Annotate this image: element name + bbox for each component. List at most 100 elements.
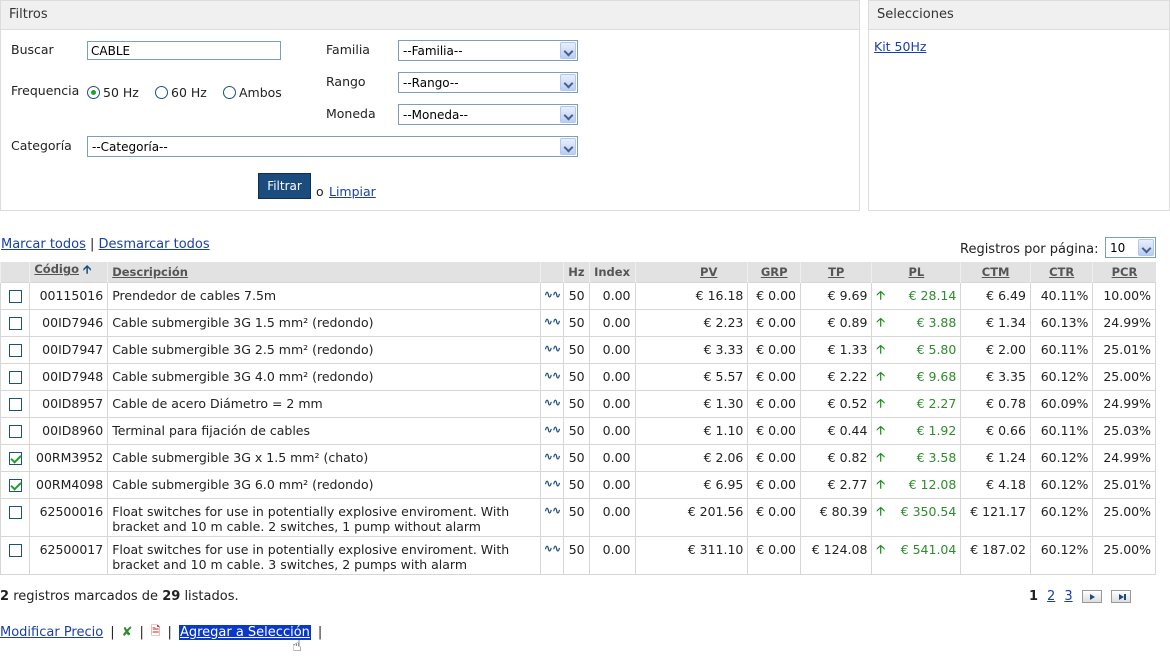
- row-checkbox[interactable]: [8, 370, 22, 384]
- row-checkbox-cell[interactable]: [0, 443, 31, 472]
- sort-grp-link[interactable]: GRP: [761, 265, 788, 279]
- sort-tp-link[interactable]: TP: [828, 265, 844, 279]
- radio-ambos-dot[interactable]: [223, 86, 236, 99]
- table-row: 62500017 Float switches for use in poten…: [0, 535, 1156, 575]
- row-pl-value: € 9.68: [916, 368, 957, 384]
- row-pl-value: € 3.88: [916, 314, 957, 330]
- sort-pcr-link[interactable]: PCR: [1112, 265, 1138, 279]
- header-descripcion[interactable]: Descripción: [107, 262, 541, 282]
- table-row: 00ID7948 Cable submergible 3G 4.0 mm² (r…: [0, 362, 1156, 391]
- marked-count: 2: [0, 589, 10, 604]
- row-hz: 50: [563, 362, 590, 391]
- chevron-down-icon[interactable]: [1138, 239, 1154, 256]
- row-checkbox[interactable]: [8, 451, 22, 465]
- products-table: Código 🡩 Descripción Hz Index PV GRP TP …: [0, 262, 1156, 575]
- row-index: 0.00: [588, 497, 636, 537]
- row-checkbox-cell[interactable]: [0, 389, 31, 418]
- radio-60hz[interactable]: 60 Hz: [155, 85, 207, 100]
- row-ctr: 60.11%: [1029, 335, 1094, 364]
- row-descripcion: Cable submergible 3G x 1.5 mm² (chato): [107, 443, 541, 472]
- radio-50hz-dot[interactable]: [87, 86, 100, 99]
- header-tp[interactable]: TP: [800, 262, 872, 282]
- header-pcr[interactable]: PCR: [1092, 262, 1156, 282]
- page-link-3[interactable]: 3: [1064, 589, 1072, 604]
- header-pv[interactable]: PV: [634, 262, 748, 282]
- header-ctr[interactable]: CTR: [1029, 262, 1093, 282]
- arrow-up-icon: 🡡: [876, 368, 886, 383]
- row-tp: € 124.08: [800, 535, 873, 575]
- or-text: o: [316, 184, 324, 199]
- excel-export-icon[interactable]: ✘: [122, 625, 133, 640]
- records-summary: 2 registros marcados de 29 listados.: [0, 589, 239, 604]
- last-page-icon[interactable]: [1110, 590, 1131, 603]
- sort-descripcion-link[interactable]: Descripción: [112, 265, 188, 279]
- row-checkbox[interactable]: [8, 505, 22, 519]
- sort-ctr-link[interactable]: CTR: [1049, 265, 1074, 279]
- rango-select[interactable]: --Rango--: [398, 72, 578, 93]
- sort-pl-link[interactable]: PL: [909, 265, 925, 279]
- row-hz: 50: [563, 389, 590, 418]
- header-grp[interactable]: GRP: [747, 262, 801, 282]
- moneda-select[interactable]: --Moneda--: [398, 104, 578, 125]
- row-checkbox[interactable]: [8, 478, 22, 492]
- unmark-all-link[interactable]: Desmarcar todos: [99, 237, 210, 252]
- row-ctr: 60.12%: [1029, 497, 1094, 537]
- chevron-down-icon[interactable]: [560, 106, 576, 123]
- header-pl[interactable]: PL: [871, 262, 961, 282]
- chevron-down-icon[interactable]: [560, 42, 576, 59]
- row-index: 0.00: [588, 416, 636, 445]
- mark-all-link[interactable]: Marcar todos: [1, 237, 86, 252]
- row-checkbox[interactable]: [8, 424, 22, 438]
- radio-ambos-label: Ambos: [239, 85, 282, 100]
- row-checkbox-cell[interactable]: [0, 470, 31, 499]
- moneda-label: Moneda: [326, 106, 376, 121]
- row-checkbox[interactable]: [8, 289, 22, 303]
- page-link-2[interactable]: 2: [1047, 589, 1055, 604]
- row-ctr: 60.13%: [1029, 308, 1094, 337]
- selections-title: Selecciones: [869, 1, 1169, 30]
- radio-60hz-dot[interactable]: [155, 86, 168, 99]
- row-checkbox-cell[interactable]: [0, 416, 31, 445]
- filter-button[interactable]: Filtrar: [258, 173, 311, 199]
- row-checkbox[interactable]: [8, 316, 22, 330]
- row-checkbox-cell[interactable]: [0, 362, 31, 391]
- row-checkbox[interactable]: [8, 543, 22, 557]
- row-pv: € 5.57: [634, 362, 749, 391]
- row-checkbox[interactable]: [8, 397, 22, 411]
- row-checkbox-cell[interactable]: [0, 308, 31, 337]
- row-checkbox-cell[interactable]: [0, 497, 31, 537]
- header-codigo[interactable]: Código 🡩: [29, 262, 108, 282]
- chevron-down-icon[interactable]: [560, 138, 576, 155]
- chevron-down-icon[interactable]: [560, 74, 576, 91]
- row-checkbox-cell[interactable]: [0, 535, 31, 575]
- header-hz: Hz: [563, 262, 590, 282]
- clear-link[interactable]: Limpiar: [329, 184, 376, 199]
- sort-codigo-link[interactable]: Código: [34, 262, 79, 276]
- frequencia-label: Frequencia: [11, 83, 80, 98]
- modify-price-link[interactable]: Modificar Precio: [0, 625, 103, 640]
- arrow-up-icon: 🡡: [876, 395, 886, 410]
- per-page-select[interactable]: 10: [1105, 237, 1156, 258]
- row-index: 0.00: [588, 535, 636, 575]
- row-pv: € 1.10: [634, 416, 749, 445]
- row-checkbox-cell[interactable]: [0, 281, 31, 310]
- search-input[interactable]: [87, 41, 281, 60]
- sort-ctm-link[interactable]: CTM: [982, 265, 1010, 279]
- familia-select[interactable]: --Familia--: [398, 40, 578, 61]
- header-ctm[interactable]: CTM: [960, 262, 1031, 282]
- sort-pv-link[interactable]: PV: [700, 265, 717, 279]
- row-checkbox-cell[interactable]: [0, 335, 31, 364]
- radio-50hz[interactable]: 50 Hz: [87, 85, 139, 100]
- row-pl: 🡡 € 28.14: [871, 281, 962, 310]
- next-page-icon[interactable]: [1081, 590, 1102, 603]
- selection-item-kit-50hz[interactable]: Kit 50Hz: [874, 39, 926, 54]
- pdf-export-icon[interactable]: 🗎: [151, 622, 161, 643]
- row-ctr: 60.12%: [1029, 535, 1094, 575]
- row-ctr: 60.12%: [1029, 443, 1094, 472]
- sine-wave-icon: ∿∿: [543, 287, 561, 301]
- radio-ambos[interactable]: Ambos: [223, 85, 282, 100]
- hand-cursor-icon: ☝: [292, 636, 302, 655]
- row-checkbox[interactable]: [8, 343, 22, 357]
- categoria-select[interactable]: --Categoría--: [87, 136, 578, 157]
- row-grp: € 0.00: [747, 470, 802, 499]
